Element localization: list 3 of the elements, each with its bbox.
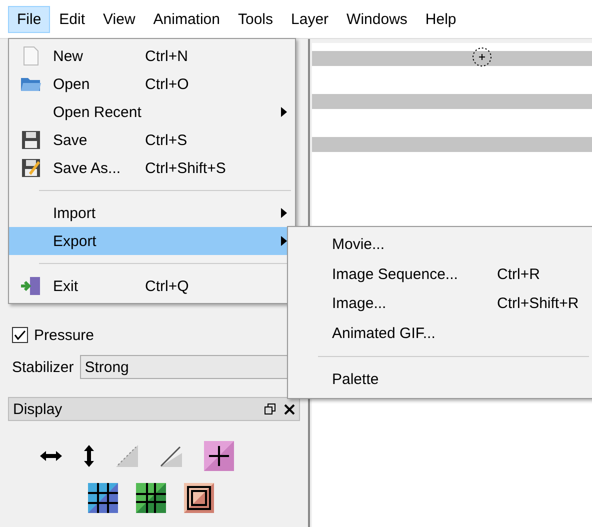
checkbox-label: Pressure (34, 326, 94, 344)
panel-title: Display (13, 400, 64, 418)
field-label: Stabilizer (12, 358, 74, 376)
